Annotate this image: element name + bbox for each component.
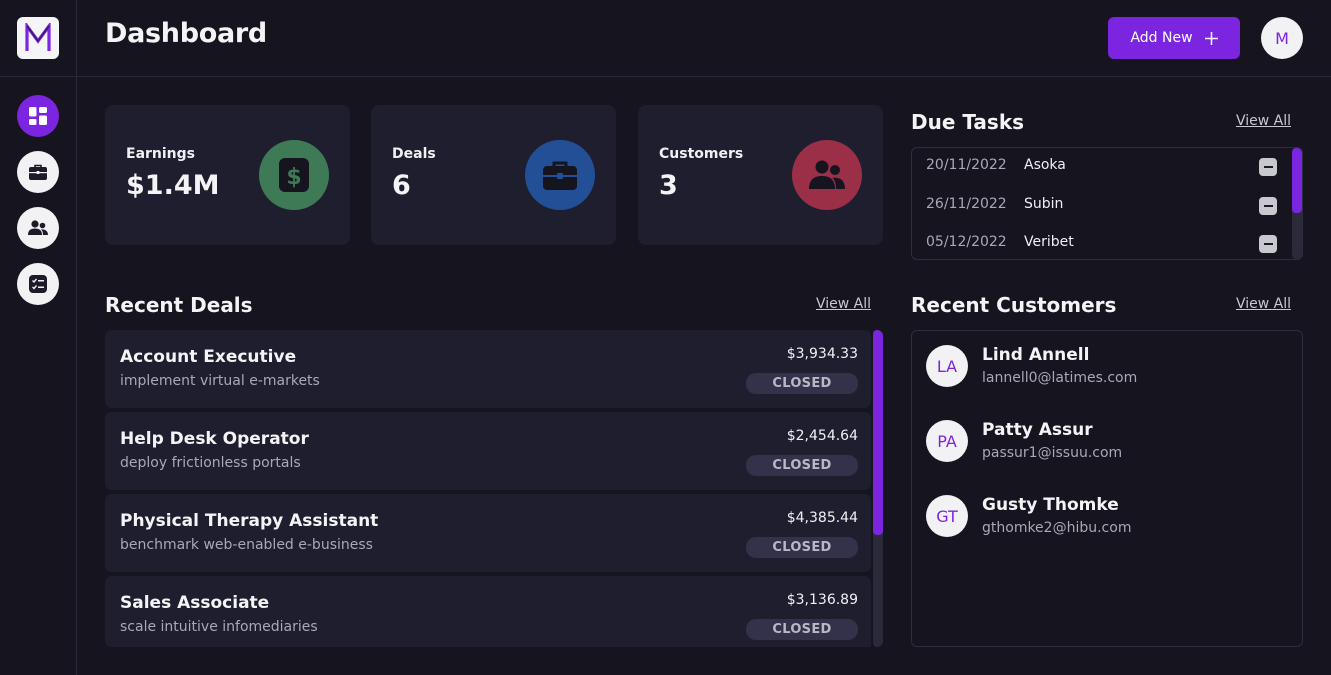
deal-status-badge: CLOSED	[746, 455, 858, 476]
customer-name: Lind Annell	[982, 345, 1090, 365]
dollar-icon: $	[279, 158, 309, 192]
customer-name: Gusty Thomke	[982, 495, 1119, 515]
customer-avatar: LA	[926, 345, 968, 387]
add-new-label: Add New	[1130, 30, 1193, 46]
briefcase-icon	[543, 161, 577, 190]
task-date: 05/12/2022	[926, 234, 1007, 250]
customer-avatar: GT	[926, 495, 968, 537]
deal-title: Sales Associate	[120, 593, 270, 613]
task-name: Subin	[1024, 196, 1064, 212]
customer-row[interactable]: PA Patty Assur passur1@issuu.com	[926, 420, 1286, 464]
deal-status-badge: CLOSED	[746, 373, 858, 394]
recent-customers-list: LA Lind Annell lannell0@latimes.com PA P…	[911, 330, 1303, 647]
task-name: Asoka	[1024, 157, 1066, 173]
customer-avatar: PA	[926, 420, 968, 462]
stat-label: Customers	[659, 146, 744, 162]
earnings-icon-circle: $	[259, 140, 329, 210]
user-avatar[interactable]: M	[1261, 17, 1303, 59]
recent-customers-view-all-link[interactable]: View All	[1236, 296, 1291, 312]
recent-deals-list: Account Executive implement virtual e-ma…	[105, 330, 883, 647]
due-tasks-view-all-link[interactable]: View All	[1236, 113, 1291, 129]
sidebar-item-customers[interactable]	[17, 207, 59, 249]
sidebar-item-tasks[interactable]	[17, 263, 59, 305]
remove-task-button[interactable]	[1259, 197, 1277, 215]
deals-scrollbar-thumb[interactable]	[873, 330, 883, 535]
customer-email: passur1@issuu.com	[982, 445, 1123, 461]
deal-status-badge: CLOSED	[746, 537, 858, 558]
users-icon	[809, 160, 845, 189]
deal-description: benchmark web-enabled e-business	[120, 537, 373, 553]
stat-label: Deals	[392, 146, 436, 162]
deal-title: Physical Therapy Assistant	[120, 511, 379, 531]
logo-icon	[25, 23, 51, 51]
due-tasks-list: 20/11/2022 Asoka 26/11/2022 Subin 05/12/…	[911, 147, 1303, 260]
task-row: 20/11/2022 Asoka	[912, 148, 1292, 186]
tasks-scrollbar[interactable]	[1292, 148, 1302, 259]
minus-icon	[1263, 243, 1273, 245]
stat-label: Earnings	[126, 146, 196, 162]
deal-status-badge: CLOSED	[746, 619, 858, 640]
sidebar-item-deals[interactable]	[17, 151, 59, 193]
deal-description: implement virtual e-markets	[120, 373, 320, 389]
task-row: 26/11/2022 Subin	[912, 187, 1292, 225]
customers-icon-circle	[792, 140, 862, 210]
earnings-card: Earnings $1.4M $	[105, 105, 350, 245]
users-icon	[28, 220, 48, 235]
deals-icon-circle	[525, 140, 595, 210]
tasks-scrollbar-thumb[interactable]	[1292, 148, 1302, 213]
task-date: 26/11/2022	[926, 196, 1007, 212]
plus-icon	[1204, 31, 1218, 45]
deal-amount: $2,454.64	[786, 428, 858, 444]
sidebar-divider	[0, 76, 77, 77]
customer-row[interactable]: GT Gusty Thomke gthomke2@hibu.com	[926, 495, 1286, 539]
deals-scrollbar[interactable]	[873, 330, 883, 647]
stat-value: $1.4M	[126, 170, 220, 201]
remove-task-button[interactable]	[1259, 235, 1277, 253]
briefcase-icon	[29, 164, 47, 180]
sidebar-item-dashboard[interactable]	[17, 95, 59, 137]
deal-card[interactable]: Account Executive implement virtual e-ma…	[105, 330, 871, 408]
sidebar	[0, 0, 77, 675]
stat-value: 6	[392, 170, 411, 201]
deal-amount: $4,385.44	[786, 510, 858, 526]
task-name: Veribet	[1024, 234, 1074, 250]
deal-card[interactable]: Sales Associate scale intuitive infomedi…	[105, 576, 871, 647]
customer-email: gthomke2@hibu.com	[982, 520, 1132, 536]
remove-task-button[interactable]	[1259, 158, 1277, 176]
customers-card: Customers 3	[638, 105, 883, 245]
deal-amount: $3,934.33	[786, 346, 858, 362]
minus-icon	[1263, 166, 1273, 168]
task-row: 05/12/2022 Veribet	[912, 225, 1292, 259]
app-logo[interactable]	[17, 17, 59, 59]
checklist-icon	[29, 275, 47, 293]
deal-description: scale intuitive infomediaries	[120, 619, 318, 635]
deal-card[interactable]: Physical Therapy Assistant benchmark web…	[105, 494, 871, 572]
add-new-button[interactable]: Add New	[1108, 17, 1240, 59]
top-header: Dashboard Add New M	[77, 0, 1331, 77]
task-date: 20/11/2022	[926, 157, 1007, 173]
svg-text:$: $	[286, 165, 301, 190]
recent-deals-title: Recent Deals	[105, 293, 253, 317]
deal-description: deploy frictionless portals	[120, 455, 301, 471]
customer-row[interactable]: LA Lind Annell lannell0@latimes.com	[926, 345, 1286, 389]
deal-card[interactable]: Help Desk Operator deploy frictionless p…	[105, 412, 871, 490]
deals-card: Deals 6	[371, 105, 616, 245]
dashboard-grid-icon	[29, 107, 47, 125]
minus-icon	[1263, 205, 1273, 207]
recent-customers-title: Recent Customers	[911, 293, 1117, 317]
customer-email: lannell0@latimes.com	[982, 370, 1138, 386]
deal-amount: $3,136.89	[786, 592, 858, 608]
stat-value: 3	[659, 170, 678, 201]
deal-title: Account Executive	[120, 347, 297, 367]
page-title: Dashboard	[105, 18, 267, 49]
recent-deals-view-all-link[interactable]: View All	[816, 296, 871, 312]
deal-title: Help Desk Operator	[120, 429, 309, 449]
customer-name: Patty Assur	[982, 420, 1093, 440]
due-tasks-title: Due Tasks	[911, 110, 1025, 134]
